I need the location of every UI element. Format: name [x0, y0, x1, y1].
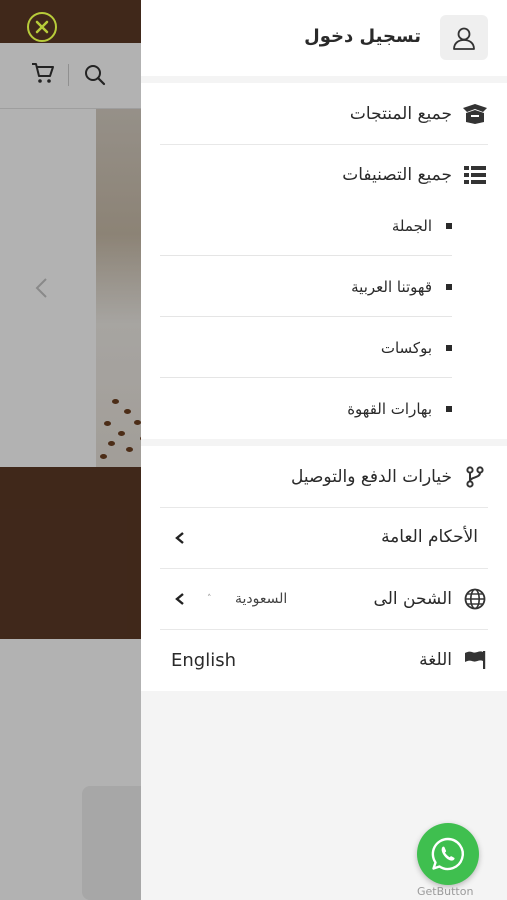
user-icon	[453, 27, 475, 50]
side-menu-drawer: تسجيل دخول جميع المنتجات جميع التصنيفات …	[141, 0, 507, 900]
bullet	[446, 406, 452, 412]
category-label: بوكسات	[380, 339, 432, 357]
category-label: بهارات القهوة	[347, 400, 432, 418]
catalog-section: جميع المنتجات جميع التصنيفات الجملة قهوت…	[141, 83, 507, 439]
divider	[160, 507, 488, 508]
getbutton-label[interactable]: GetButton	[417, 885, 473, 898]
menu-item-all-categories[interactable]: جميع التصنيفات	[160, 164, 488, 186]
info-section: خيارات الدفع والتوصيل الأحكام العامة الش…	[141, 446, 507, 691]
flag-icon	[462, 649, 488, 671]
bullet	[446, 223, 452, 229]
user-avatar[interactable]	[440, 15, 488, 60]
box-icon	[462, 103, 488, 125]
all-products-label: جميع المنتجات	[349, 104, 452, 124]
country-select[interactable]: السعودية	[235, 591, 287, 607]
whatsapp-button[interactable]	[417, 823, 479, 885]
close-menu-button[interactable]	[27, 12, 57, 42]
chevron-left-icon[interactable]	[173, 592, 187, 606]
whatsapp-icon	[431, 837, 464, 871]
bullet	[446, 345, 452, 351]
payment-shipping-label: خيارات الدفع والتوصيل	[290, 467, 452, 487]
language-label: اللغة	[419, 650, 452, 670]
divider	[160, 568, 488, 569]
category-item[interactable]: الجملة	[160, 217, 452, 235]
bullet	[446, 284, 452, 290]
ship-to-label: الشحن الى	[373, 589, 452, 609]
language-switch[interactable]: English	[171, 650, 236, 671]
globe-icon	[462, 588, 488, 610]
category-label: الجملة	[391, 217, 432, 235]
category-item[interactable]: قهوتنا العربية	[160, 278, 452, 296]
menu-item-payment-shipping[interactable]: خيارات الدفع والتوصيل	[160, 466, 488, 488]
all-categories-label: جميع التصنيفات	[342, 165, 452, 185]
list-icon	[462, 164, 488, 186]
chevron-left-icon[interactable]	[173, 531, 187, 545]
caret-up-icon: ˄	[207, 594, 212, 604]
divider	[160, 316, 452, 317]
close-icon	[35, 20, 49, 34]
menu-item-terms[interactable]: الأحكام العامة	[160, 527, 488, 547]
divider	[160, 377, 452, 378]
login-label[interactable]: تسجيل دخول	[304, 26, 421, 47]
divider	[160, 144, 488, 145]
category-item[interactable]: بهارات القهوة	[160, 400, 452, 418]
login-section[interactable]: تسجيل دخول	[141, 0, 507, 76]
category-item[interactable]: بوكسات	[160, 339, 452, 357]
menu-item-all-products[interactable]: جميع المنتجات	[160, 103, 488, 125]
terms-label: الأحكام العامة	[381, 527, 478, 547]
divider	[160, 255, 452, 256]
category-label: قهوتنا العربية	[351, 278, 432, 296]
divider	[160, 629, 488, 630]
fork-icon	[462, 466, 488, 488]
